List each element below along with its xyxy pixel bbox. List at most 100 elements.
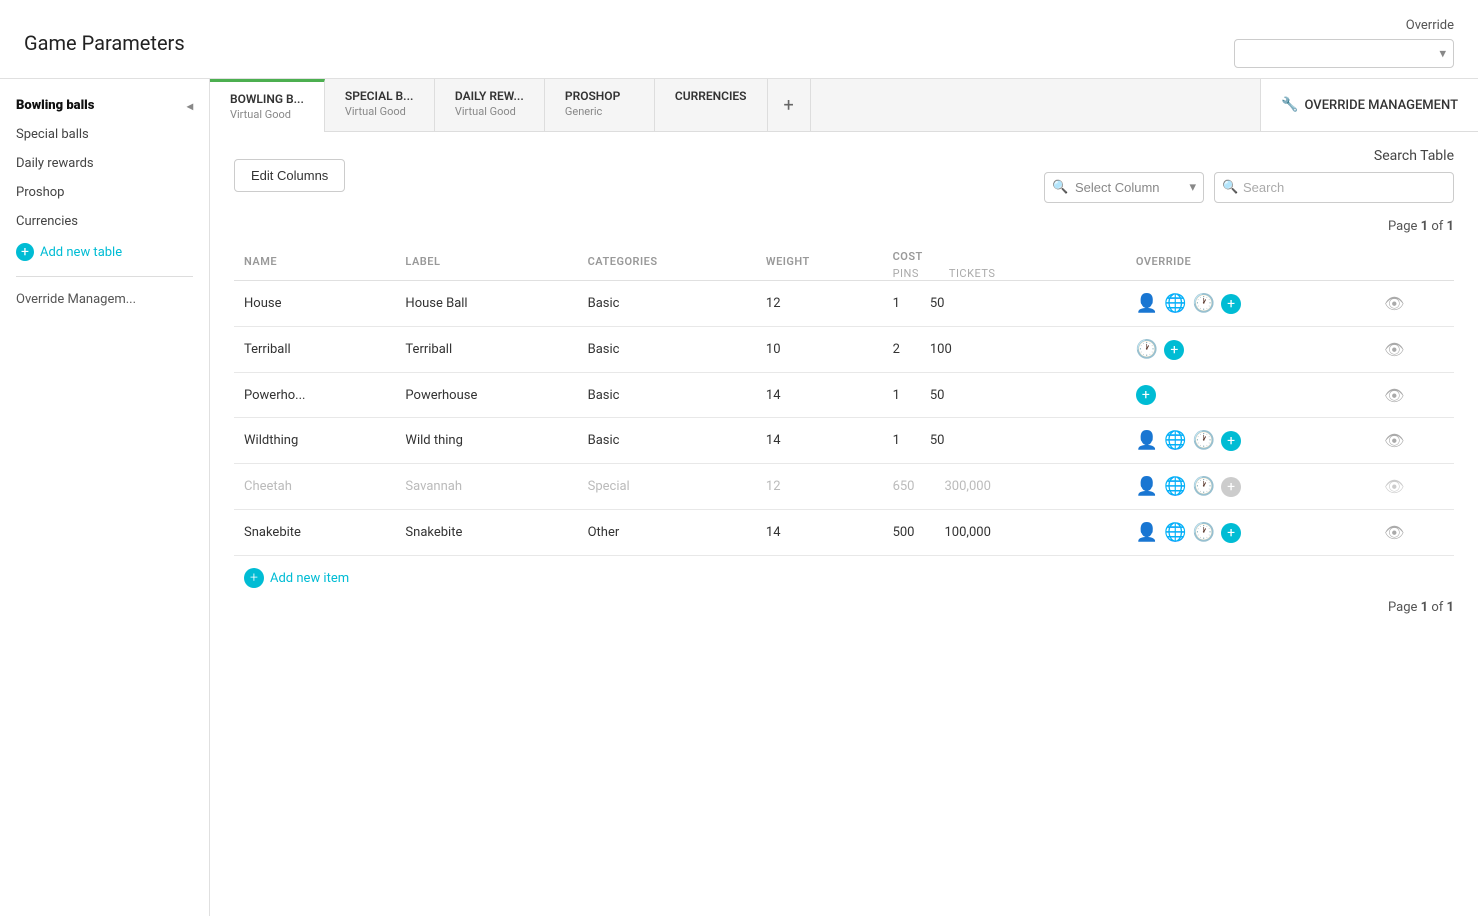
cell-categories: Basic bbox=[578, 327, 756, 373]
sidebar-item-currencies[interactable]: Currencies bbox=[0, 207, 209, 236]
person-icon[interactable]: 👤 bbox=[1136, 522, 1158, 543]
cell-override: 👤 🌐 🕐 + bbox=[1126, 510, 1374, 556]
sidebar-item-override-manage[interactable]: Override Managem... bbox=[0, 285, 209, 314]
search-input-wrapper: 🔍 bbox=[1214, 172, 1454, 203]
cell-pins: 650 bbox=[893, 479, 915, 494]
sidebar-divider bbox=[16, 276, 193, 277]
person-icon[interactable]: 👤 bbox=[1136, 293, 1158, 314]
table-row: Snakebite Snakebite Other 14 500 100,000… bbox=[234, 510, 1454, 556]
add-new-item[interactable]: + Add new item bbox=[234, 556, 1454, 600]
tab-proshop[interactable]: PROSHOP Generic bbox=[545, 79, 655, 131]
cell-actions: 👁 bbox=[1374, 373, 1454, 418]
override-input[interactable] bbox=[1234, 39, 1454, 68]
cell-cost: 1 50 bbox=[883, 373, 1126, 418]
tab-bowling-name: BOWLING B... bbox=[230, 92, 304, 106]
add-override-icon[interactable]: + bbox=[1221, 523, 1241, 543]
add-override-icon[interactable]: + bbox=[1136, 385, 1156, 405]
tab-currencies-name: CURRENCIES bbox=[675, 89, 747, 103]
tab-daily-rewards[interactable]: DAILY REW... Virtual Good bbox=[435, 79, 545, 131]
page-header: Game Parameters Override bbox=[0, 0, 1478, 79]
pagination-bottom: Page 1 of 1 bbox=[234, 600, 1454, 615]
page-total-top: 1 bbox=[1447, 219, 1454, 234]
page-title: Game Parameters bbox=[24, 31, 185, 55]
clock-icon[interactable]: 🕐 bbox=[1193, 522, 1215, 543]
override-icons: 👤 🌐 🕐 + bbox=[1136, 293, 1364, 314]
tab-proshop-sub: Generic bbox=[565, 105, 634, 118]
search-icon: 🔍 bbox=[1222, 180, 1238, 195]
add-override-icon[interactable]: + bbox=[1221, 294, 1241, 314]
clock-icon[interactable]: 🕐 bbox=[1193, 476, 1215, 497]
eye-icon[interactable]: 👁 bbox=[1384, 340, 1404, 359]
tab-currencies[interactable]: CURRENCIES bbox=[655, 79, 768, 131]
clock-icon[interactable]: 🕐 bbox=[1136, 339, 1158, 360]
cell-name: Snakebite bbox=[234, 510, 395, 556]
col-override: OVERRIDE bbox=[1126, 242, 1374, 281]
table-row: Wildthing Wild thing Basic 14 1 50 👤🌐🕐+ … bbox=[234, 418, 1454, 464]
person-icon[interactable]: 👤 bbox=[1136, 476, 1158, 497]
eye-icon[interactable]: 👁 bbox=[1384, 386, 1404, 405]
col-pins: Pins bbox=[893, 267, 919, 280]
sidebar-item-special-balls[interactable]: Special balls bbox=[0, 120, 209, 149]
globe-icon[interactable]: 🌐 bbox=[1164, 476, 1186, 497]
tab-add-button[interactable]: + bbox=[768, 79, 811, 131]
cell-label: Powerhouse bbox=[395, 373, 577, 418]
clock-icon[interactable]: 🕐 bbox=[1193, 430, 1215, 451]
person-icon[interactable]: 👤 bbox=[1136, 430, 1158, 451]
col-actions bbox=[1374, 242, 1454, 281]
col-categories: CATEGORIES bbox=[578, 242, 756, 281]
pagination-top: Page 1 of 1 bbox=[234, 219, 1454, 234]
sidebar-item-bowling-balls[interactable]: Bowling balls ◂ bbox=[0, 91, 209, 120]
cell-tickets: 100,000 bbox=[944, 525, 990, 540]
cell-actions: 👁 bbox=[1374, 418, 1454, 464]
cell-name: House bbox=[234, 281, 395, 327]
eye-icon-disabled[interactable]: 👁 bbox=[1384, 477, 1404, 496]
add-override-icon[interactable]: + bbox=[1221, 477, 1241, 497]
override-select-wrapper bbox=[1234, 39, 1454, 68]
table-row: Powerho... Powerhouse Basic 14 1 50 + 👁 bbox=[234, 373, 1454, 418]
tab-proshop-name: PROSHOP bbox=[565, 89, 634, 103]
page-current-top: 1 bbox=[1421, 219, 1428, 234]
cell-pins: 500 bbox=[893, 525, 915, 540]
cell-name: Cheetah bbox=[234, 464, 395, 510]
search-input[interactable] bbox=[1214, 172, 1454, 203]
override-icons: 👤 🌐 🕐 + bbox=[1136, 430, 1364, 451]
cell-name: Wildthing bbox=[234, 418, 395, 464]
tab-daily-sub: Virtual Good bbox=[455, 105, 524, 118]
cell-weight: 14 bbox=[756, 373, 883, 418]
cell-override: 🕐+ bbox=[1126, 327, 1374, 373]
page-current-bottom: 1 bbox=[1421, 600, 1428, 615]
override-icons: + bbox=[1136, 385, 1364, 405]
override-mgmt-button[interactable]: 🔧 OVERRIDE MANAGEMENT bbox=[1260, 79, 1478, 131]
cell-cost: 2 100 bbox=[883, 327, 1126, 373]
cell-cost: 650 300,000 bbox=[883, 464, 1126, 510]
eye-icon[interactable]: 👁 bbox=[1384, 294, 1404, 313]
cell-pins: 2 bbox=[893, 342, 900, 357]
tab-special-balls[interactable]: SPECIAL B... Virtual Good bbox=[325, 79, 435, 131]
tab-bowling-balls[interactable]: BOWLING B... Virtual Good bbox=[210, 79, 325, 131]
sidebar-special-label: Special balls bbox=[16, 127, 89, 142]
cell-actions: 👁 bbox=[1374, 281, 1454, 327]
cell-override: 👤 🌐 🕐 + bbox=[1126, 418, 1374, 464]
cell-cost: 500 100,000 bbox=[883, 510, 1126, 556]
plus-icon: + bbox=[784, 95, 794, 116]
table-area: Edit Columns Search Table 🔍 Select Colum… bbox=[210, 132, 1478, 916]
col-label: LABEL bbox=[395, 242, 577, 281]
eye-icon[interactable]: 👁 bbox=[1384, 523, 1404, 542]
globe-icon[interactable]: 🌐 bbox=[1164, 522, 1186, 543]
clock-icon[interactable]: 🕐 bbox=[1193, 293, 1215, 314]
sidebar-item-proshop[interactable]: Proshop bbox=[0, 178, 209, 207]
sidebar-item-add-table[interactable]: + Add new table bbox=[0, 236, 209, 268]
tab-special-sub: Virtual Good bbox=[345, 105, 414, 118]
cell-name: Powerho... bbox=[234, 373, 395, 418]
cell-override: 👤 🌐 🕐 + bbox=[1126, 281, 1374, 327]
globe-icon[interactable]: 🌐 bbox=[1164, 430, 1186, 451]
override-icons: 👤 🌐 🕐 + bbox=[1136, 522, 1364, 543]
eye-icon[interactable]: 👁 bbox=[1384, 431, 1404, 450]
add-override-icon[interactable]: + bbox=[1164, 340, 1184, 360]
tab-bowling-sub: Virtual Good bbox=[230, 108, 304, 121]
sidebar-item-daily-rewards[interactable]: Daily rewards bbox=[0, 149, 209, 178]
globe-icon[interactable]: 🌐 bbox=[1164, 293, 1186, 314]
add-override-icon[interactable]: + bbox=[1221, 431, 1241, 451]
table-row: Cheetah Savannah Special 12 650 300,000 … bbox=[234, 464, 1454, 510]
edit-columns-button[interactable]: Edit Columns bbox=[234, 159, 345, 192]
